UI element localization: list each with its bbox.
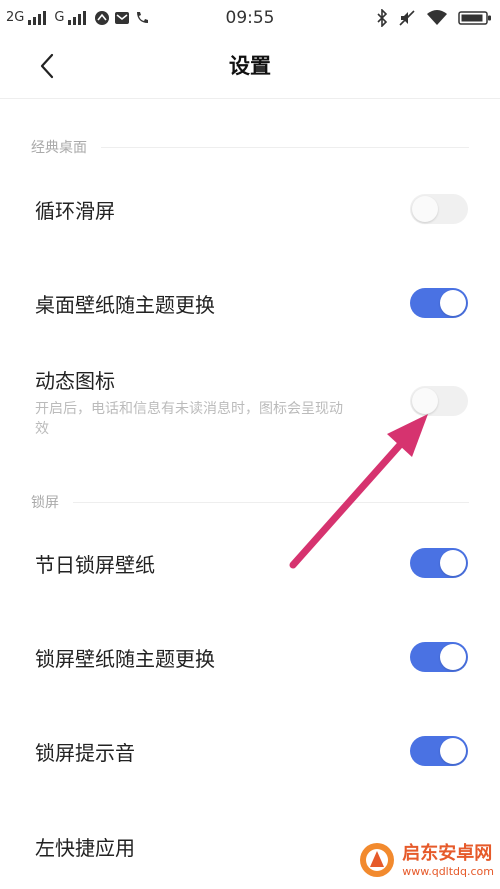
- setting-label: 循环滑屏: [35, 199, 115, 223]
- watermark-logo-icon: [360, 843, 395, 877]
- watermark-text: 启东安卓网 www.qdltdq.com: [402, 843, 494, 878]
- section-lock-screen: 锁屏: [31, 491, 469, 513]
- toggle-knob: [412, 388, 438, 414]
- dynamic-icons-toggle[interactable]: [410, 386, 468, 416]
- page-title: 设置: [229, 54, 271, 78]
- watermark-name: 启东安卓网: [402, 842, 493, 864]
- toggle-knob: [440, 290, 466, 316]
- app-header: 设置: [0, 36, 500, 99]
- mute-icon: [399, 10, 415, 26]
- settings-screen: 2G G 09:55 设置 经典桌面 循环滑屏 桌面壁纸随主题更换 动态图标 开…: [0, 0, 500, 889]
- setting-loop-scroll[interactable]: 循环滑屏: [0, 178, 500, 240]
- setting-dynamic-icons[interactable]: 动态图标 开启后，电话和信息有未读消息时，图标会呈现动效: [0, 355, 500, 450]
- holiday-lock-wallpaper-toggle[interactable]: [410, 548, 468, 578]
- toggle-knob: [440, 644, 466, 670]
- setting-label: 桌面壁纸随主题更换: [35, 293, 215, 317]
- setting-holiday-lock-wallpaper[interactable]: 节日锁屏壁纸: [0, 532, 500, 594]
- toggle-knob: [412, 196, 438, 222]
- section-divider: [101, 146, 469, 148]
- status-bar: 2G G 09:55: [0, 0, 500, 36]
- setting-lock-sound[interactable]: 锁屏提示音: [0, 720, 500, 782]
- setting-wallpaper-theme[interactable]: 桌面壁纸随主题更换: [0, 272, 500, 334]
- setting-description: 开启后，电话和信息有未读消息时，图标会呈现动效: [35, 401, 343, 437]
- status-right: [376, 8, 492, 28]
- wifi-icon: [427, 10, 447, 25]
- setting-label: 锁屏壁纸随主题更换: [35, 647, 215, 671]
- wallpaper-theme-toggle[interactable]: [410, 288, 468, 318]
- battery-icon: [458, 11, 491, 25]
- section-classic-desktop: 经典桌面: [31, 136, 469, 158]
- watermark-url: www.qdltdq.com: [402, 864, 494, 878]
- section-label: 锁屏: [31, 495, 59, 511]
- toggle-knob: [440, 738, 466, 764]
- setting-label: 锁屏提示音: [35, 741, 135, 765]
- setting-label: 动态图标: [35, 369, 115, 393]
- section-divider: [73, 501, 469, 503]
- setting-label: 左快捷应用: [35, 836, 135, 860]
- setting-lock-wallpaper-theme[interactable]: 锁屏壁纸随主题更换: [0, 626, 500, 688]
- lock-wallpaper-theme-toggle[interactable]: [410, 642, 468, 672]
- toggle-knob: [440, 550, 466, 576]
- watermark: 启东安卓网 www.qdltdq.com: [358, 835, 494, 885]
- lock-sound-toggle[interactable]: [410, 736, 468, 766]
- bluetooth-icon: [377, 9, 388, 27]
- section-label: 经典桌面: [31, 140, 87, 156]
- loop-scroll-toggle[interactable]: [410, 194, 468, 224]
- setting-label: 节日锁屏壁纸: [35, 553, 155, 577]
